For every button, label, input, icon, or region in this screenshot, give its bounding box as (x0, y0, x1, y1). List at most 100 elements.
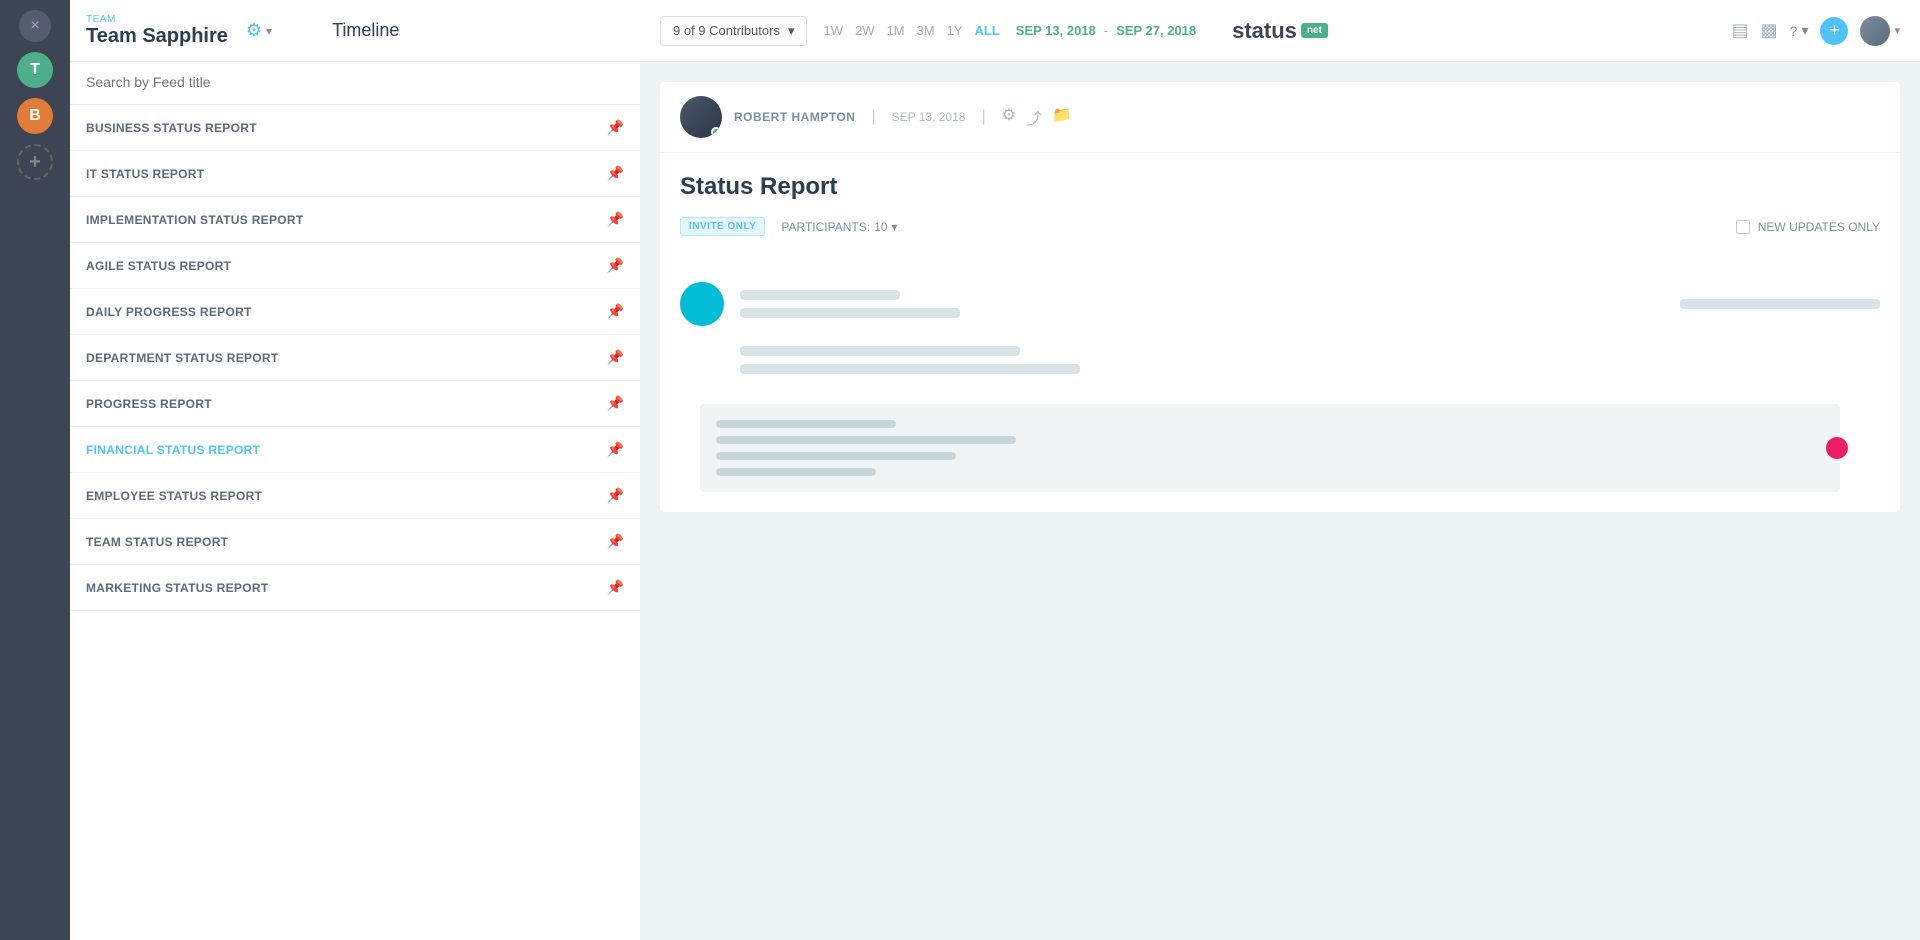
team-name: Team Sapphire (86, 25, 228, 48)
participants-label[interactable]: PARTICIPANTS: 10 ▾ (781, 220, 897, 234)
help-chevron-icon: ▾ (1801, 22, 1808, 39)
report-meta: ROBERT HAMPTON | SEP 13, 2018 | ⚙ ⤴ 📁 (734, 105, 1880, 129)
print-icon[interactable]: ▩ (1761, 20, 1778, 41)
new-updates-label: NEW UPDATES ONLY (1758, 220, 1880, 234)
loading-line-r1 (1680, 299, 1880, 309)
feed-item[interactable]: TEAM STATUS REPORT 📌 (70, 519, 640, 565)
report-badges: INVITE ONLY PARTICIPANTS: 10 ▾ NEW UPDAT… (680, 217, 1880, 236)
time-filters: 1W 2W 1M 3M 1Y ALL (823, 23, 999, 38)
team-label: TEAM (86, 14, 228, 25)
feed-item[interactable]: DAILY PROGRESS REPORT 📌 (70, 289, 640, 335)
loading-lines-right (1680, 299, 1880, 309)
time-filter-2w[interactable]: 2W (855, 23, 875, 38)
feed-item[interactable]: EMPLOYEE STATUS REPORT 📌 (70, 473, 640, 519)
report-header: ROBERT HAMPTON | SEP 13, 2018 | ⚙ ⤴ 📁 (660, 82, 1900, 153)
feed-item[interactable]: DEPARTMENT STATUS REPORT 📌 (70, 335, 640, 381)
avatar-t[interactable]: T (17, 52, 53, 88)
comment-lines (716, 420, 1824, 476)
online-indicator (711, 127, 721, 137)
contributors-label: 9 of 9 Contributors (673, 23, 780, 38)
close-button[interactable]: × (19, 10, 51, 42)
new-updates-checkbox[interactable]: NEW UPDATES ONLY (1736, 220, 1880, 234)
timeline-label: Timeline (332, 20, 399, 41)
comment-block (700, 404, 1840, 492)
add-button[interactable]: + (1820, 17, 1848, 45)
help-button[interactable]: ? ▾ (1790, 22, 1809, 39)
checkbox-icon (1736, 220, 1750, 234)
comment-line-1 (716, 420, 896, 428)
logo-container: status net (1232, 18, 1328, 44)
report-author-name: ROBERT HAMPTON (734, 110, 855, 124)
report-date: SEP 13, 2018 (892, 110, 966, 124)
avatar-b[interactable]: B (17, 98, 53, 134)
participants-chevron-icon: ▾ (891, 220, 897, 234)
comment-line-3 (716, 452, 956, 460)
feed-item-name: EMPLOYEE STATUS REPORT (86, 489, 262, 503)
report-body: Status Report INVITE ONLY PARTICIPANTS: … (660, 153, 1900, 262)
pin-icon: 📌 (607, 303, 624, 320)
participants-text: PARTICIPANTS: (781, 220, 870, 234)
time-filter-3m[interactable]: 3M (917, 23, 935, 38)
date-separator: - (1104, 23, 1108, 38)
feed-item[interactable]: MARKETING STATUS REPORT 📌 (70, 565, 640, 611)
topbar-right: ▤ ▩ ? ▾ + ▾ (1732, 16, 1900, 46)
feed-item-name: PROGRESS REPORT (86, 397, 212, 411)
settings-icon[interactable]: ⚙ (246, 20, 262, 41)
feed-item-name: TEAM STATUS REPORT (86, 535, 228, 549)
feed-item-name: MARKETING STATUS REPORT (86, 581, 268, 595)
report-author-avatar (680, 96, 722, 138)
pin-icon: 📌 (607, 533, 624, 550)
user-avatar (1860, 16, 1890, 46)
sidebar: TEAM Team Sapphire ⚙ ▾ Timeline BUSINESS… (70, 0, 640, 940)
loading-line-name (740, 290, 900, 300)
feed-item[interactable]: FINANCIAL STATUS REPORT 📌 (70, 427, 640, 473)
date-end: SEP 27, 2018 (1116, 23, 1196, 38)
folder-icon[interactable]: 📁 (1052, 105, 1072, 129)
feed-list: BUSINESS STATUS REPORT 📌 IT STATUS REPOR… (70, 105, 640, 940)
sidebar-header: TEAM Team Sapphire ⚙ ▾ Timeline (70, 0, 640, 62)
loading-avatar (680, 282, 724, 326)
feed-item-name: IT STATUS REPORT (86, 167, 204, 181)
team-chevron-icon[interactable]: ▾ (266, 24, 272, 38)
feed-item[interactable]: BUSINESS STATUS REPORT 📌 (70, 105, 640, 151)
pin-icon: 📌 (607, 395, 624, 412)
feed-item-name: AGILE STATUS REPORT (86, 259, 231, 273)
loading-lines-1 (740, 290, 1664, 318)
settings-icon[interactable]: ⚙ (1002, 105, 1016, 129)
time-filter-1m[interactable]: 1M (886, 23, 904, 38)
document-icon[interactable]: ▤ (1732, 20, 1749, 41)
icon-bar: × T B + (0, 0, 70, 940)
feed-item[interactable]: AGILE STATUS REPORT 📌 (70, 243, 640, 289)
search-container (70, 62, 640, 105)
comment-section (680, 404, 1880, 492)
add-team-button[interactable]: + (17, 144, 53, 180)
search-input[interactable] (86, 74, 624, 90)
contributors-chevron-icon: ▾ (788, 23, 795, 39)
separator-1: | (871, 108, 875, 126)
time-filter-1w[interactable]: 1W (823, 23, 843, 38)
feed-item-name: IMPLEMENTATION STATUS REPORT (86, 213, 304, 227)
time-filter-1y[interactable]: 1Y (947, 23, 963, 38)
feed-item-name: FINANCIAL STATUS REPORT (86, 443, 260, 457)
content-area: ROBERT HAMPTON | SEP 13, 2018 | ⚙ ⤴ 📁 St… (640, 62, 1920, 940)
pin-icon: 📌 (607, 211, 624, 228)
separator-2: | (981, 108, 985, 126)
date-range: SEP 13, 2018 - SEP 27, 2018 (1016, 23, 1196, 38)
share-icon[interactable]: ⤴ (1026, 105, 1042, 129)
user-chevron-icon: ▾ (1894, 24, 1900, 37)
feed-item-name: DEPARTMENT STATUS REPORT (86, 351, 279, 365)
feed-item[interactable]: PROGRESS REPORT 📌 (70, 381, 640, 427)
feed-item[interactable]: IMPLEMENTATION STATUS REPORT 📌 (70, 197, 640, 243)
contributors-dropdown[interactable]: 9 of 9 Contributors ▾ (660, 16, 807, 46)
pin-icon: 📌 (607, 487, 624, 504)
time-filter-all[interactable]: ALL (975, 23, 1000, 38)
feed-item-name: BUSINESS STATUS REPORT (86, 121, 257, 135)
notification-dot (1826, 437, 1848, 459)
topbar: 9 of 9 Contributors ▾ 1W 2W 1M 3M 1Y ALL SEP … (640, 0, 1920, 62)
pin-icon: 📌 (607, 349, 624, 366)
pin-icon: 📌 (607, 119, 624, 136)
feed-item[interactable]: IT STATUS REPORT 📌 (70, 151, 640, 197)
feed-item-name: DAILY PROGRESS REPORT (86, 305, 252, 319)
loading-line-title (740, 308, 960, 318)
user-menu[interactable]: ▾ (1860, 16, 1900, 46)
